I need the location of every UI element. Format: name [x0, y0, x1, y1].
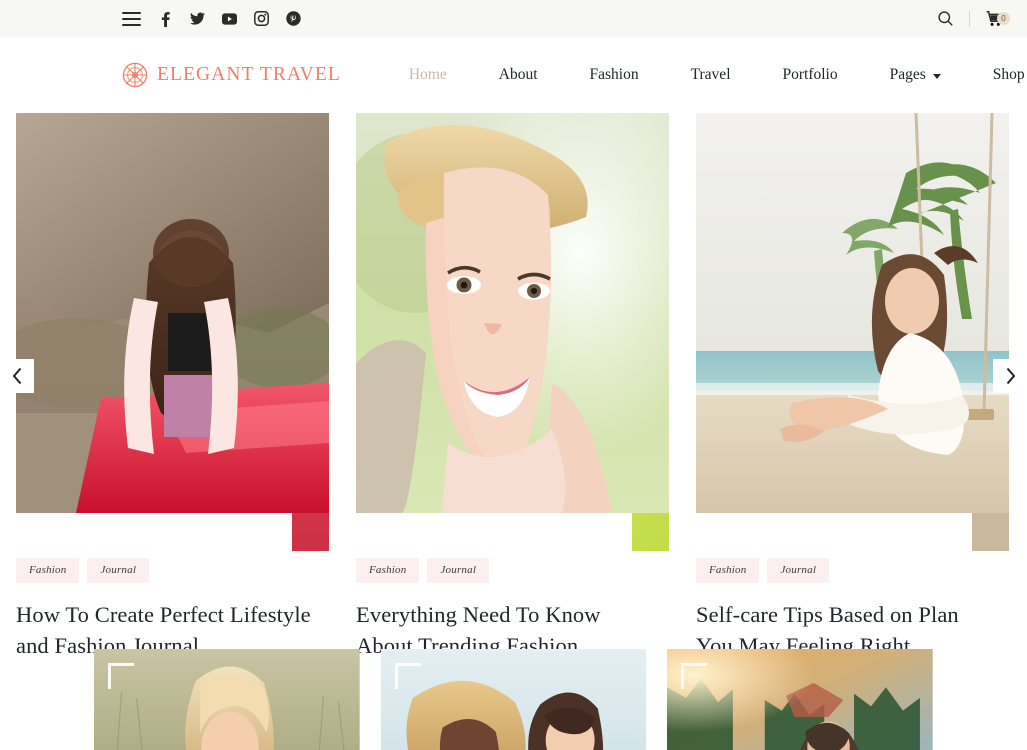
slide-image — [356, 113, 669, 513]
chevron-left-icon — [12, 367, 23, 385]
featured-image — [381, 649, 647, 750]
carousel-prev-button[interactable] — [0, 359, 34, 393]
slide-image-tab — [292, 513, 329, 551]
featured-image — [94, 649, 360, 750]
carousel-slide: Fashion Journal Self-care Tips Based on … — [696, 113, 1009, 661]
slide-image-tab — [632, 513, 669, 551]
nav-item-shop[interactable]: Shop — [967, 66, 1027, 84]
hamburger-icon[interactable] — [122, 12, 141, 26]
instagram-icon[interactable] — [254, 11, 269, 27]
slide-media[interactable] — [696, 113, 1009, 513]
featured-card[interactable] — [381, 649, 647, 750]
nav-item-about[interactable]: About — [473, 66, 564, 84]
slide-image — [16, 113, 329, 513]
nav-label: Pages — [890, 66, 926, 84]
cart-icon[interactable]: 0 — [970, 11, 1009, 27]
tag-chip[interactable]: Journal — [87, 558, 149, 583]
tag-chip[interactable]: Fashion — [356, 558, 419, 583]
carousel-slide: Fashion Journal How To Create Perfect Li… — [16, 113, 329, 661]
slide-image-tab — [972, 513, 1009, 551]
nav-label: Fashion — [590, 66, 639, 84]
nav-label: Portfolio — [783, 66, 838, 84]
nav-item-pages[interactable]: Pages — [864, 66, 967, 84]
featured-image — [667, 649, 933, 750]
slide-tags: Fashion Journal — [696, 558, 1009, 583]
nav-item-fashion[interactable]: Fashion — [564, 66, 665, 84]
featured-card[interactable] — [667, 649, 933, 750]
nav-label: Travel — [691, 66, 731, 84]
tag-chip[interactable]: Journal — [767, 558, 829, 583]
slide-tags: Fashion Journal — [356, 558, 669, 583]
tag-chip[interactable]: Fashion — [696, 558, 759, 583]
tag-chip[interactable]: Journal — [427, 558, 489, 583]
topbar-left-group — [122, 11, 301, 27]
nav-label: About — [499, 66, 538, 84]
youtube-icon[interactable] — [222, 11, 237, 27]
top-utility-bar: 0 — [0, 0, 1027, 37]
nav-item-travel[interactable]: Travel — [665, 66, 757, 84]
chevron-right-icon — [1005, 367, 1016, 385]
site-header: ELEGANT TRAVEL Home About Fashion Travel… — [0, 37, 1027, 113]
slide-image — [696, 113, 1009, 513]
topbar-right-group: 0 — [928, 0, 1009, 37]
hero-carousel: Fashion Journal How To Create Perfect Li… — [0, 113, 1027, 633]
carousel-track: Fashion Journal How To Create Perfect Li… — [0, 113, 1027, 661]
compass-wheel-icon — [122, 62, 148, 88]
carousel-next-button[interactable] — [993, 359, 1027, 393]
cart-count-badge: 0 — [997, 12, 1010, 25]
pinterest-icon[interactable] — [286, 11, 301, 27]
facebook-icon[interactable] — [158, 11, 173, 27]
slide-media[interactable] — [356, 113, 669, 513]
featured-strip — [0, 649, 1027, 750]
nav-item-home[interactable]: Home — [383, 66, 473, 84]
slide-media[interactable] — [16, 113, 329, 513]
slide-tags: Fashion Journal — [16, 558, 329, 583]
search-icon[interactable] — [928, 11, 969, 26]
nav-item-portfolio[interactable]: Portfolio — [757, 66, 864, 84]
nav-label: Home — [409, 66, 447, 84]
brand-name: ELEGANT TRAVEL — [157, 64, 341, 86]
main-navigation: Home About Fashion Travel Portfolio Page… — [383, 66, 1027, 84]
chevron-down-icon — [933, 74, 941, 79]
carousel-slide: Fashion Journal Everything Need To Know … — [356, 113, 669, 661]
nav-label: Shop — [993, 66, 1025, 84]
brand-logo[interactable]: ELEGANT TRAVEL — [122, 62, 341, 88]
tag-chip[interactable]: Fashion — [16, 558, 79, 583]
featured-card[interactable] — [94, 649, 360, 750]
twitter-icon[interactable] — [190, 11, 205, 27]
